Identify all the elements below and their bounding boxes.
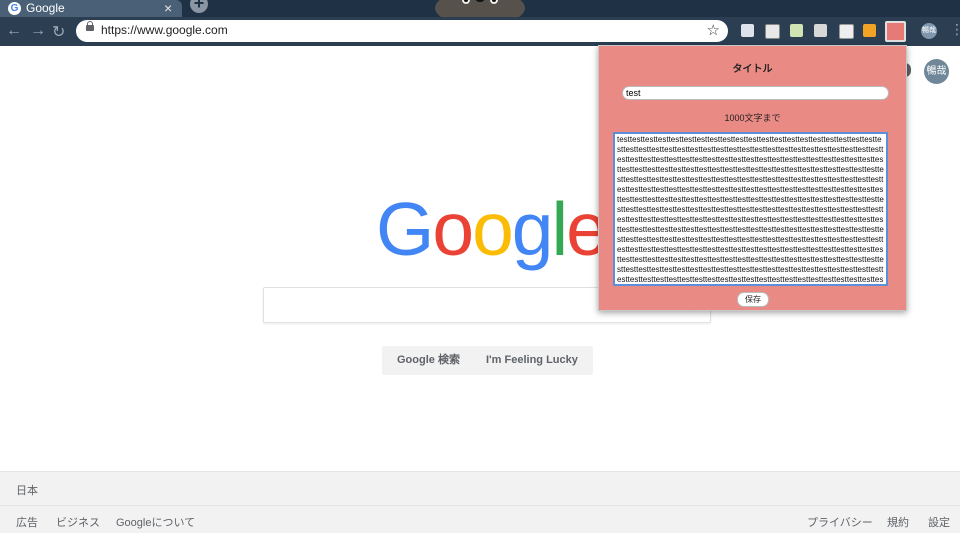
avatar[interactable]: 暢哉 — [924, 59, 949, 84]
footer-link-business[interactable]: ビジネス — [56, 514, 100, 530]
comment-icon[interactable] — [741, 24, 754, 37]
url-text[interactable]: https://www.google.com — [101, 23, 228, 37]
profile-chip[interactable]: 暢哉 — [921, 23, 937, 39]
footer-link-ads[interactable]: 広告 — [16, 514, 38, 530]
google-logo: Google — [376, 186, 608, 272]
footer-link-terms[interactable]: 規約 — [887, 514, 909, 530]
footer-link-about[interactable]: Googleについて — [116, 514, 195, 530]
logo-letter-5: l — [551, 187, 569, 271]
tab-strip: G Google × + — [0, 0, 960, 17]
logo-letter-3: o — [472, 187, 514, 271]
char-limit-label: 1000文字まで — [724, 113, 781, 123]
address-bar[interactable]: https://www.google.com ☆ — [76, 20, 728, 42]
puzzle-icon[interactable] — [765, 24, 780, 39]
new-tab-button[interactable]: + — [190, 0, 208, 13]
popup-title: タイトル — [732, 64, 773, 75]
footer-link-settings[interactable]: 設定 — [928, 514, 950, 530]
google-g-icon: G — [8, 2, 21, 15]
tab-title: Google — [26, 1, 65, 15]
title-field[interactable] — [622, 86, 889, 100]
browser-toolbar: ← → ↻ https://www.google.com ☆ 暢哉 ⋮ — [0, 17, 960, 46]
footer-link-privacy[interactable]: プライバシー — [807, 514, 873, 530]
tab-google[interactable]: G Google × — [0, 0, 182, 17]
back-icon[interactable]: ← — [6, 22, 22, 40]
red-note-icon[interactable] — [885, 21, 906, 42]
badge-icon[interactable] — [814, 24, 827, 37]
footer-country-bar: 日本 — [0, 471, 960, 505]
lock-icon — [86, 21, 94, 31]
logo-letter-1: G — [376, 187, 434, 271]
footer-links-bar: 広告 ビジネス Googleについて プライバシー 規約 設定 — [0, 505, 960, 533]
google-search-button[interactable]: Google 検索 — [382, 346, 475, 375]
forward-icon[interactable]: → — [30, 22, 46, 40]
footer-country: 日本 — [16, 485, 38, 497]
orange-icon[interactable] — [863, 24, 876, 37]
tab-close-icon[interactable]: × — [164, 0, 172, 16]
feeling-lucky-button[interactable]: I'm Feeling Lucky — [471, 346, 593, 375]
menu-dots-icon[interactable]: ⋮ — [950, 21, 960, 38]
logo-letter-4: g — [511, 187, 554, 271]
body-textarea[interactable]: testtesttesttesttesttesttesttesttesttest… — [613, 132, 888, 286]
reload-icon[interactable]: ↻ — [52, 22, 65, 42]
logo-letter-2: o — [432, 187, 474, 271]
extension-popup: タイトル 1000文字まで testtesttesttesttesttestte… — [598, 45, 907, 311]
leaf-icon[interactable] — [790, 24, 803, 37]
totoro-theme-icon — [435, 0, 525, 17]
diamond-icon[interactable] — [839, 24, 854, 39]
bookmark-star-icon[interactable]: ☆ — [707, 21, 720, 39]
save-button[interactable]: 保存 — [737, 292, 769, 307]
